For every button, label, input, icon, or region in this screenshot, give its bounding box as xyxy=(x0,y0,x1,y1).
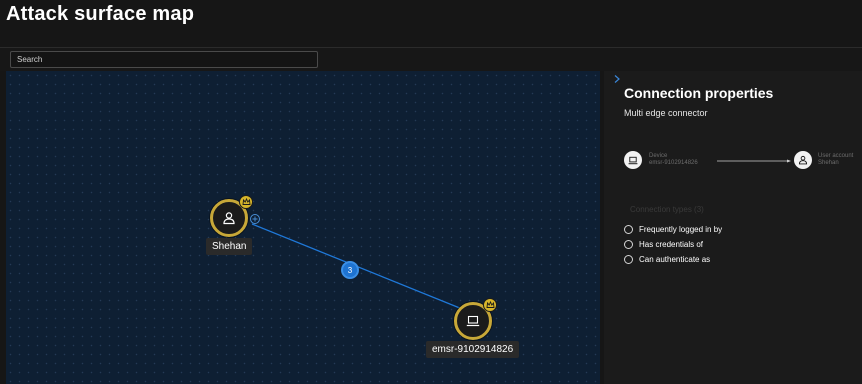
edge-count-badge[interactable]: 3 xyxy=(341,261,359,279)
connection-type-item[interactable]: Has credentials of xyxy=(624,237,722,252)
expand-node-button[interactable] xyxy=(250,214,260,224)
source-endpoint[interactable]: Device emsr-9102914826 xyxy=(649,153,698,167)
search-input[interactable] xyxy=(10,51,318,68)
page-title: Attack surface map xyxy=(6,3,195,25)
target-type: User account xyxy=(818,153,854,159)
connection-types-header: Connection types (3) xyxy=(630,205,704,214)
source-name: emsr-9102914826 xyxy=(649,160,698,166)
radio-button[interactable] xyxy=(624,225,633,234)
connection-type-label: Frequently logged in by xyxy=(639,225,723,234)
crown-icon xyxy=(483,298,497,312)
graph-node-user[interactable] xyxy=(210,195,253,237)
source-type: Device xyxy=(649,153,668,159)
attack-surface-graph[interactable]: Shehan 3 emsr-9102914826 xyxy=(6,71,600,384)
connection-properties-panel: Connection properties Multi edge connect… xyxy=(604,71,862,384)
node-label-device: emsr-9102914826 xyxy=(426,341,520,358)
node-label-user: Shehan xyxy=(206,238,253,255)
graph-node-device[interactable] xyxy=(454,298,497,340)
connection-endpoints: Device emsr-9102914826 User account Sheh… xyxy=(624,151,862,173)
connection-type-label: Can authenticate as xyxy=(639,255,711,264)
crown-icon xyxy=(239,195,253,209)
collapse-chevron-icon[interactable] xyxy=(612,74,622,84)
connection-type-item[interactable]: Can authenticate as xyxy=(624,252,722,267)
radio-button[interactable] xyxy=(624,255,633,264)
edge-user-device xyxy=(251,223,483,318)
panel-title: Connection properties xyxy=(624,85,774,101)
user-icon[interactable] xyxy=(794,151,812,169)
target-endpoint[interactable]: User account Shehan xyxy=(818,153,853,167)
laptop-icon[interactable] xyxy=(624,151,642,169)
connection-type-label: Has credentials of xyxy=(639,240,704,249)
graph-edges xyxy=(251,223,483,318)
arrow-right-icon xyxy=(717,159,791,163)
target-name: Shehan xyxy=(818,160,839,166)
radio-button[interactable] xyxy=(624,240,633,249)
connection-type-item[interactable]: Frequently logged in by xyxy=(624,222,722,237)
panel-subtitle: Multi edge connector xyxy=(624,108,708,118)
connection-types-list: Frequently logged in by Has credentials … xyxy=(624,222,722,267)
